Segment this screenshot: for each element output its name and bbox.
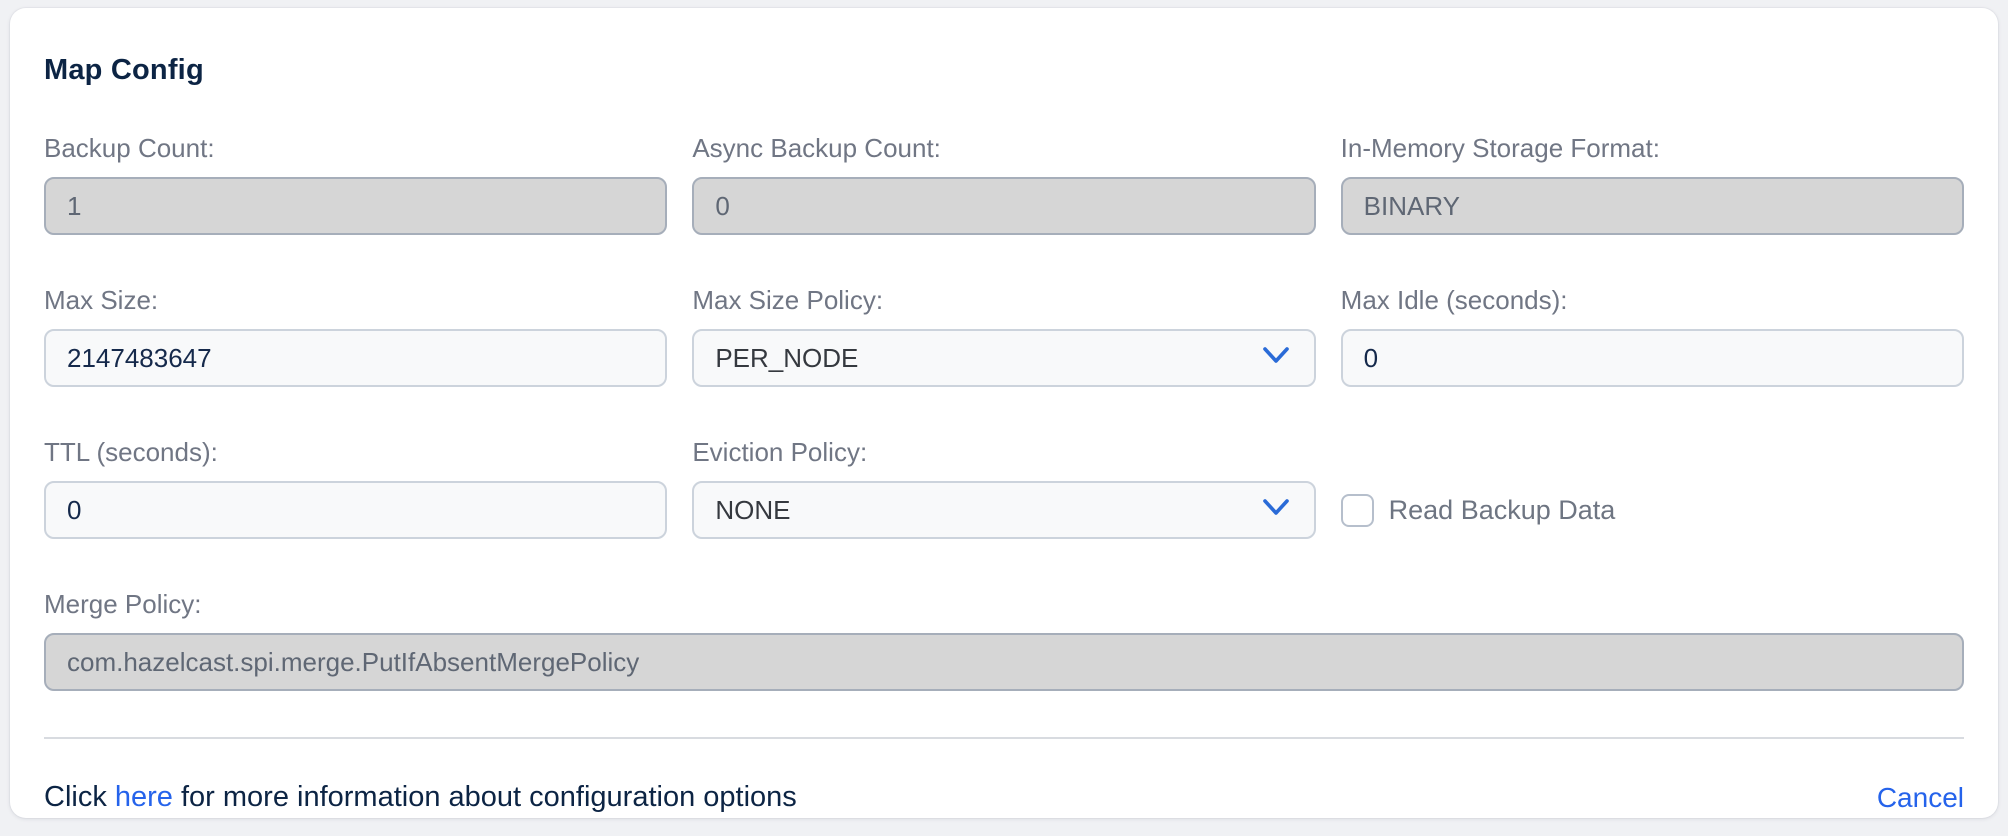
chevron-down-icon (1261, 495, 1291, 526)
max-size-policy-label: Max Size Policy: (692, 285, 1315, 316)
in-memory-storage-format-input[interactable] (1341, 177, 1964, 235)
eviction-policy-label: Eviction Policy: (692, 437, 1315, 468)
cancel-link[interactable]: Cancel (1877, 782, 1964, 814)
more-info-link[interactable]: here (115, 781, 173, 813)
field-read-backup-data: Read Backup Data (1341, 437, 1964, 539)
field-eviction-policy: Eviction Policy: NONE (692, 437, 1315, 539)
field-max-idle: Max Idle (seconds): (1341, 285, 1964, 387)
max-size-label: Max Size: (44, 285, 667, 316)
read-backup-data-checkbox[interactable] (1341, 494, 1374, 527)
footer-info-text: Click here for more information about co… (44, 781, 797, 814)
max-size-policy-select[interactable]: PER_NODE (692, 329, 1315, 387)
footer-info-suffix: for more information about configuration… (173, 781, 797, 813)
max-size-input[interactable] (44, 329, 667, 387)
eviction-policy-select[interactable]: NONE (692, 481, 1315, 539)
backup-count-input[interactable] (44, 177, 667, 235)
max-idle-input[interactable] (1341, 329, 1964, 387)
map-config-panel: Map Config Backup Count: Async Backup Co… (10, 8, 1998, 818)
page-title: Map Config (44, 54, 1964, 87)
field-in-memory-storage-format: In-Memory Storage Format: (1341, 133, 1964, 235)
merge-policy-input[interactable] (44, 633, 1964, 691)
merge-policy-label: Merge Policy: (44, 589, 1964, 620)
max-size-policy-value: PER_NODE (715, 343, 858, 374)
async-backup-count-input[interactable] (692, 177, 1315, 235)
field-merge-policy: Merge Policy: (44, 589, 1964, 691)
backup-count-label: Backup Count: (44, 133, 667, 164)
ttl-input[interactable] (44, 481, 667, 539)
ttl-label: TTL (seconds): (44, 437, 667, 468)
field-max-size: Max Size: (44, 285, 667, 387)
read-backup-data-row: Read Backup Data (1341, 481, 1964, 539)
max-idle-label: Max Idle (seconds): (1341, 285, 1964, 316)
footer-info-prefix: Click (44, 781, 115, 813)
field-ttl: TTL (seconds): (44, 437, 667, 539)
footer: Click here for more information about co… (44, 781, 1964, 814)
field-max-size-policy: Max Size Policy: PER_NODE (692, 285, 1315, 387)
field-backup-count: Backup Count: (44, 133, 667, 235)
in-memory-storage-format-label: In-Memory Storage Format: (1341, 133, 1964, 164)
eviction-policy-value: NONE (715, 495, 790, 526)
map-config-form: Backup Count: Async Backup Count: In-Mem… (44, 133, 1964, 691)
async-backup-count-label: Async Backup Count: (692, 133, 1315, 164)
field-async-backup-count: Async Backup Count: (692, 133, 1315, 235)
read-backup-data-label: Read Backup Data (1389, 495, 1616, 526)
footer-divider (44, 737, 1964, 739)
chevron-down-icon (1261, 343, 1291, 374)
